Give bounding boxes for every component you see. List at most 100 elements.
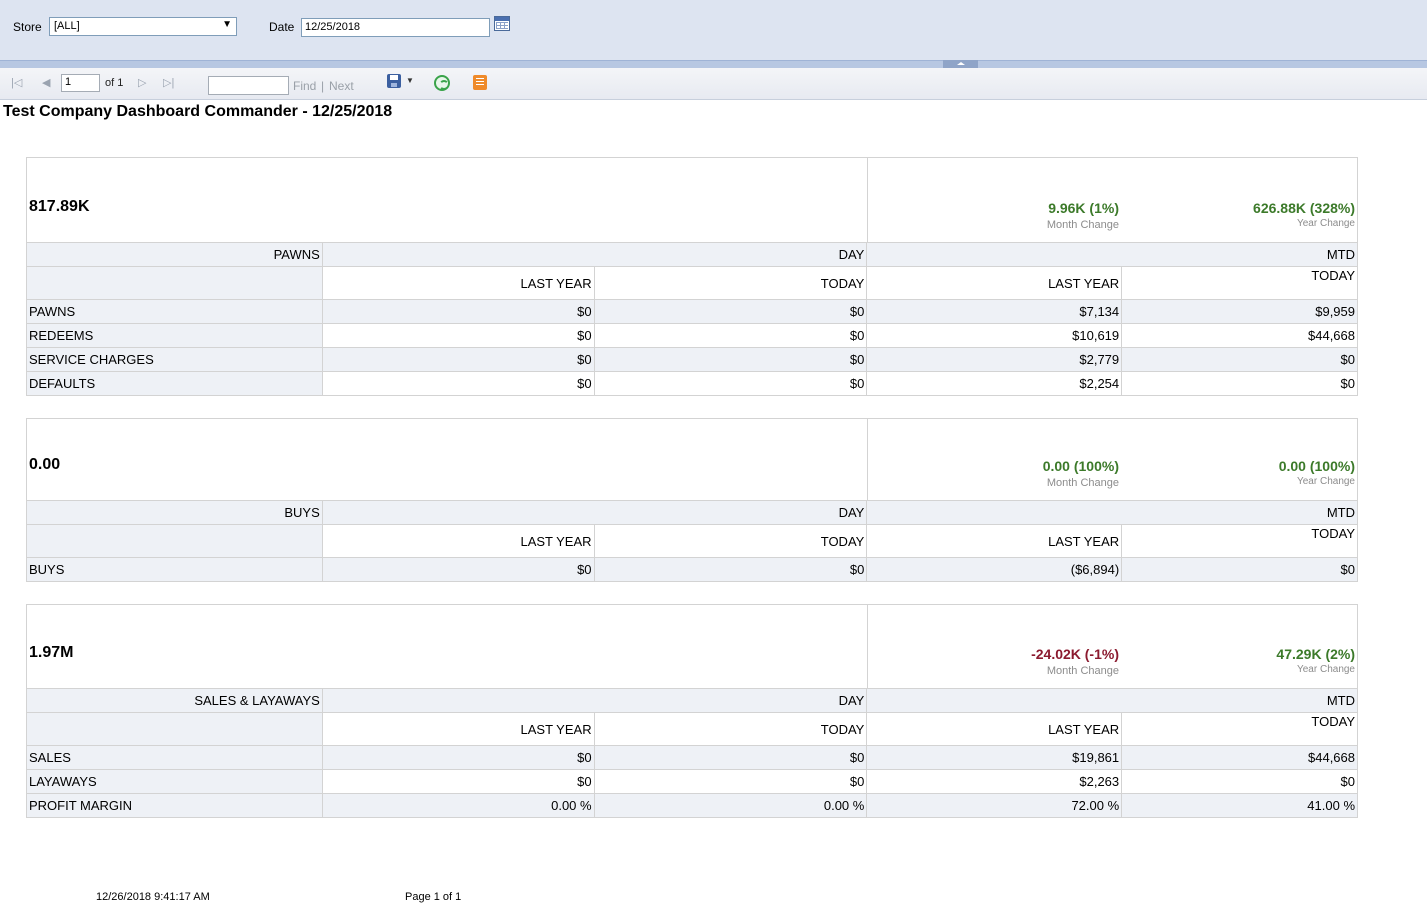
next-link[interactable]: Next (329, 79, 354, 93)
mtd-last-year-cell: $2,254 (866, 371, 1123, 396)
table-row: PROFIT MARGIN 0.00 % 0.00 % 72.00 % 41.0… (26, 793, 1358, 818)
report-toolbar: |◁ ◀ 1 of 1 ▷ ▷| Find | Next ▼ (0, 68, 1427, 100)
page-number-input[interactable]: 1 (61, 74, 100, 92)
mtd-today-cell: $44,668 (1121, 323, 1358, 348)
pawns-table: PAWNS DAY MTD LAST YEAR TODAY LAST YEAR … (26, 242, 1358, 396)
last-page-icon[interactable]: ▷| (163, 76, 174, 89)
day-last-year-cell: $0 (321, 769, 595, 794)
day-last-year-header: LAST YEAR (321, 524, 595, 558)
export-dropdown-icon[interactable]: ▼ (406, 76, 414, 85)
date-label: Date (269, 20, 295, 34)
table-row: DEFAULTS $0 $0 $2,254 $0 (26, 371, 1358, 396)
mtd-today-cell: $0 (1121, 557, 1358, 582)
mtd-today-header: TODAY (1121, 712, 1358, 746)
year-change-label: Year Change (1296, 476, 1355, 487)
day-last-year-header: LAST YEAR (321, 266, 595, 300)
section-header: 817.89K 9.96K (1%) Month Change 626.88K … (27, 158, 1357, 242)
row-label: REDEEMS (26, 323, 323, 348)
mtd-today-cell: $0 (1121, 769, 1358, 794)
page-count-label: of 1 (105, 77, 124, 89)
find-separator: | (321, 79, 325, 93)
footer-page-number: Page 1 of 1 (405, 891, 462, 903)
row-label: SERVICE CHARGES (26, 347, 323, 372)
date-input[interactable]: 12/25/2018 (301, 18, 490, 37)
section-total: 1.97M (29, 644, 74, 661)
row-label: PAWNS (26, 299, 323, 324)
month-change-value: -24.02K (-1%) (1031, 646, 1119, 662)
mtd-today-cell: 41.00 % (1121, 793, 1358, 818)
date-input-value: 12/25/2018 (305, 21, 361, 33)
print-icon[interactable] (473, 75, 487, 90)
dropdown-arrow-icon: ▼ (222, 19, 232, 30)
store-select[interactable]: [ALL] ▼ (49, 17, 237, 36)
buys-table: BUYS DAY MTD LAST YEAR TODAY LAST YEAR T… (26, 500, 1358, 582)
sales-layaways-table: SALES & LAYAWAYS DAY MTD LAST YEAR TODAY… (26, 688, 1358, 818)
mtd-last-year-cell: $19,861 (866, 745, 1123, 770)
day-today-cell: $0 (593, 347, 868, 372)
mtd-today-cell: $0 (1121, 347, 1358, 372)
calendar-icon[interactable] (494, 16, 510, 31)
category-header: SALES & LAYAWAYS (26, 688, 323, 713)
day-today-header: TODAY (593, 266, 868, 300)
day-today-cell: 0.00 % (593, 793, 868, 818)
day-today-cell: $0 (593, 299, 868, 324)
row-label: SALES (26, 745, 323, 770)
mtd-last-year-cell: 72.00 % (866, 793, 1123, 818)
day-today-cell: $0 (593, 769, 868, 794)
day-today-cell: $0 (593, 371, 868, 396)
find-input[interactable] (208, 76, 289, 95)
month-change-value: 0.00 (100%) (1042, 458, 1119, 474)
row-label: DEFAULTS (26, 371, 323, 396)
find-link[interactable]: Find (293, 79, 316, 93)
mtd-last-year-cell: ($6,894) (866, 557, 1123, 582)
mtd-last-year-cell: $2,263 (866, 769, 1123, 794)
month-change-label: Month Change (1046, 477, 1119, 489)
month-change-label: Month Change (1046, 665, 1119, 677)
pawns-section: 817.89K 9.96K (1%) Month Change 626.88K … (26, 157, 1358, 396)
next-page-icon[interactable]: ▷ (138, 76, 146, 89)
mtd-last-year-header: LAST YEAR (866, 712, 1123, 746)
parameter-splitter[interactable] (0, 60, 1427, 68)
day-last-year-header: LAST YEAR (321, 712, 595, 746)
table-row: REDEEMS $0 $0 $10,619 $44,668 (26, 323, 1358, 348)
section-total: 817.89K (29, 198, 90, 215)
store-label: Store (13, 20, 42, 34)
section-total: 0.00 (29, 456, 61, 473)
collapse-parameters-handle[interactable] (943, 60, 978, 68)
day-last-year-cell: $0 (321, 347, 595, 372)
mtd-today-cell: $0 (1121, 371, 1358, 396)
buys-section: 0.00 0.00 (100%) Month Change 0.00 (100%… (26, 418, 1358, 582)
day-header: DAY (321, 688, 868, 713)
mtd-last-year-header: LAST YEAR (866, 266, 1123, 300)
export-icon[interactable] (387, 74, 401, 88)
row-label: LAYAWAYS (26, 769, 323, 794)
sales-layaways-section: 1.97M -24.02K (-1%) Month Change 47.29K … (26, 604, 1358, 818)
section-header: 0.00 0.00 (100%) Month Change 0.00 (100%… (27, 419, 1357, 500)
day-today-cell: $0 (593, 745, 868, 770)
table-row: SALES $0 $0 $19,861 $44,668 (26, 745, 1358, 770)
table-row: LAYAWAYS $0 $0 $2,263 $0 (26, 769, 1358, 794)
day-last-year-cell: $0 (321, 299, 595, 324)
parameter-area: Store [ALL] ▼ Date 12/25/2018 (0, 0, 1427, 60)
mtd-today-cell: $44,668 (1121, 745, 1358, 770)
row-label: PROFIT MARGIN (26, 793, 323, 818)
store-select-value: [ALL] (54, 20, 80, 32)
table-row: PAWNS $0 $0 $7,134 $9,959 (26, 299, 1358, 324)
day-last-year-cell: $0 (321, 371, 595, 396)
first-page-icon[interactable]: |◁ (11, 76, 22, 89)
mtd-last-year-cell: $7,134 (866, 299, 1123, 324)
mtd-header: MTD (866, 242, 1358, 267)
year-change-value: 626.88K (328%) (1253, 200, 1355, 216)
refresh-icon[interactable] (434, 75, 450, 91)
month-change-label: Month Change (1046, 219, 1119, 231)
day-today-cell: $0 (593, 323, 868, 348)
previous-page-icon[interactable]: ◀ (42, 76, 50, 89)
year-change-label: Year Change (1296, 218, 1355, 229)
blank-header-cell (26, 712, 323, 746)
blank-header-cell (26, 524, 323, 558)
mtd-header: MTD (866, 500, 1358, 525)
day-header: DAY (321, 500, 868, 525)
month-change-value: 9.96K (1%) (1048, 200, 1119, 216)
footer-timestamp: 12/26/2018 9:41:17 AM (96, 891, 210, 903)
year-change-value: 47.29K (2%) (1276, 646, 1355, 662)
